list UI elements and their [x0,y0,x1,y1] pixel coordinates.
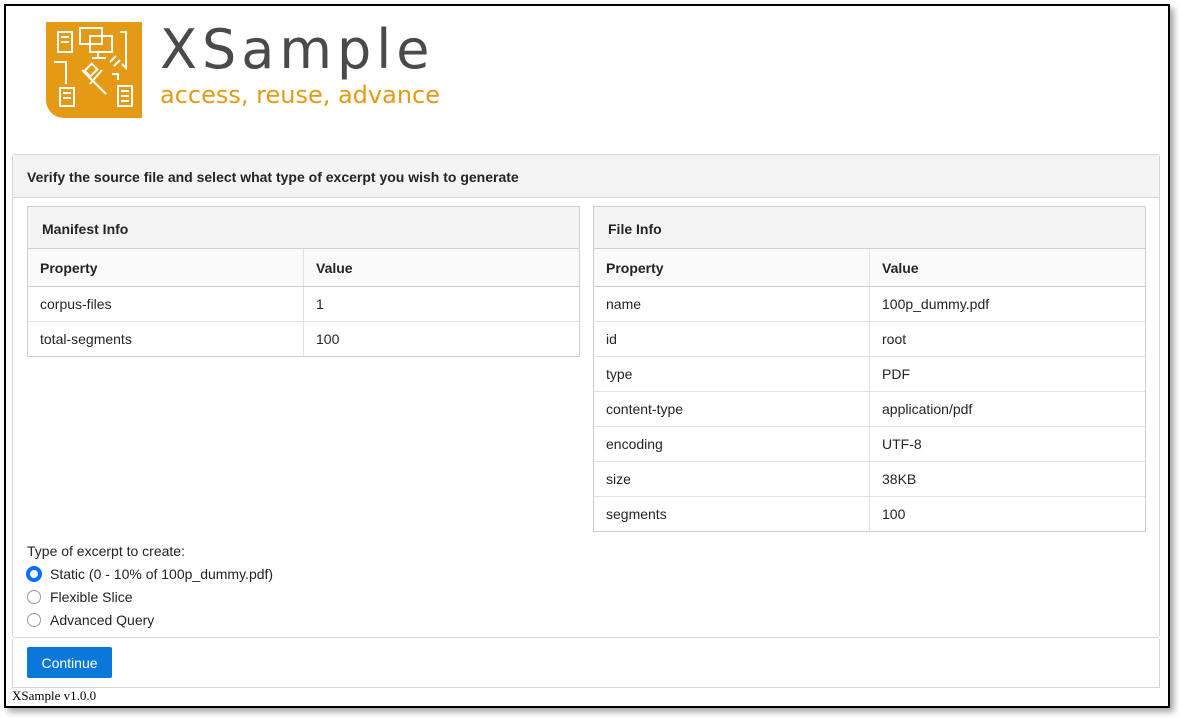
column-header-property: Property [594,249,870,287]
radio-label-static[interactable]: Static (0 - 10% of 100p_dummy.pdf) [50,566,273,582]
value-cell: PDF [869,356,1145,392]
continue-button[interactable]: Continue [27,647,112,678]
radio-button[interactable] [27,589,41,604]
excerpt-type-group: Type of excerpt to create: Static (0 - 1… [26,542,273,631]
value-cell: application/pdf [869,391,1145,427]
excerpt-card: Verify the source file and select what t… [12,154,1160,638]
table-header-row: Property Value [28,249,579,287]
radio-option-advanced-query[interactable]: Advanced Query [27,608,273,631]
column-header-value: Value [869,249,1145,287]
value-cell: 100p_dummy.pdf [869,286,1145,322]
radio-label-flexible-slice[interactable]: Flexible Slice [50,589,132,605]
version-label: XSample v1.0.0 [12,688,97,703]
xsample-logo-icon [46,22,142,118]
table-row: total-segments 100 [28,321,579,356]
radio-button[interactable] [27,612,41,627]
card-footer: Continue [12,639,1160,688]
table-row: corpus-files 1 [28,286,579,322]
property-cell: content-type [594,391,870,427]
table-row: content-type application/pdf [594,391,1145,427]
table-row: encoding UTF-8 [594,426,1145,462]
value-cell: root [869,321,1145,357]
radio-option-static[interactable]: Static (0 - 10% of 100p_dummy.pdf) [26,562,273,585]
property-cell: encoding [594,426,870,462]
app-window: XSample access, reuse, advance Verify th… [4,4,1170,708]
manifest-table: Property Value corpus-files 1 total-segm… [28,249,579,356]
property-cell: segments [606,506,667,522]
file-info-title: File Info [594,207,1145,249]
brand-title: XSample [160,18,435,81]
property-cell: total-segments [40,331,132,347]
column-header-value: Value [303,249,579,287]
table-header-row: Property Value [594,249,1145,287]
card-header: Verify the source file and select what t… [13,155,1159,198]
value-cell: UTF-8 [869,426,1145,462]
property-cell: type [594,356,870,392]
file-info-panel: File Info Property Value name 100p_dummy… [593,206,1146,532]
value-cell: 100 [869,496,1145,531]
column-header-property: Property [28,249,304,287]
value-cell: 1 [303,286,579,322]
value-cell: 38KB [869,461,1145,497]
property-cell: name [594,286,870,322]
property-cell: size [594,461,870,497]
table-row: name 100p_dummy.pdf [594,286,1145,322]
manifest-info-panel: Manifest Info Property Value corpus-file… [27,206,580,357]
manifest-info-title: Manifest Info [28,207,579,249]
table-row: type PDF [594,356,1145,392]
radio-label-advanced-query[interactable]: Advanced Query [50,612,154,628]
table-row: id root [594,321,1145,357]
radio-option-flexible-slice[interactable]: Flexible Slice [27,585,273,608]
radio-button-selected[interactable] [26,565,42,582]
property-cell: corpus-files [28,286,304,322]
brand-tagline: access, reuse, advance [160,81,440,109]
table-row: size 38KB [594,461,1145,497]
property-cell: id [594,321,870,357]
file-info-table: Property Value name 100p_dummy.pdf id ro… [594,249,1145,531]
table-row: segments 100 [594,496,1145,531]
value-cell: 100 [303,321,579,356]
excerpt-type-label: Type of excerpt to create: [27,543,185,559]
